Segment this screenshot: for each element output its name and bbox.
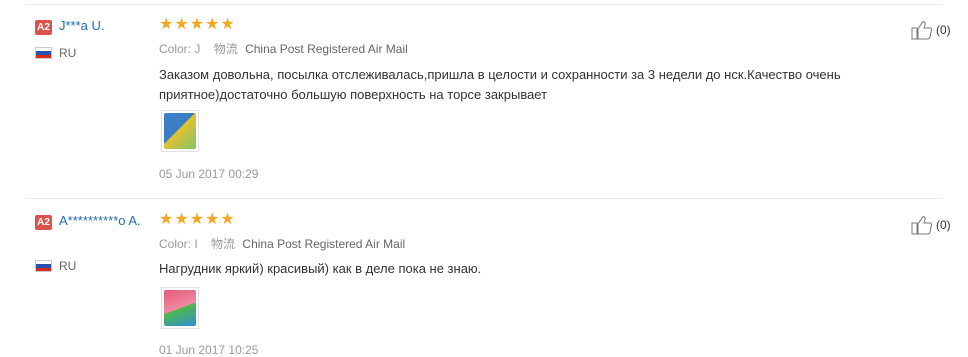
like-button[interactable]: (0): [911, 215, 951, 235]
star-rating: ★ ★ ★ ★ ★: [159, 212, 235, 228]
star-icon: ★: [189, 211, 205, 228]
user-name[interactable]: J***a U.: [59, 17, 154, 35]
buyer-level-badge: A2: [35, 215, 52, 230]
review-date: 05 Jun 2017 00:29: [159, 167, 259, 181]
like-button[interactable]: (0): [911, 20, 951, 40]
review-item: A2 J***a U. RU ★ ★ ★ ★ ★ Color: J 物流 Chi…: [0, 0, 968, 198]
review-photo[interactable]: [161, 110, 199, 152]
thumbs-up-icon: [911, 21, 933, 40]
like-count: (0): [936, 23, 951, 37]
review-date: 01 Jun 2017 10:25: [159, 343, 259, 357]
buyer-level-badge: A2: [35, 20, 52, 35]
logistics-value: China Post Registered Air Mail: [242, 237, 406, 251]
order-info: Color: J 物流 China Post Registered Air Ma…: [159, 40, 408, 57]
country-code: RU: [59, 259, 77, 273]
color-label: Color:: [159, 237, 192, 251]
country-code: RU: [59, 46, 77, 60]
user-name[interactable]: A**********o A.: [59, 212, 154, 230]
star-icon: ★: [205, 211, 220, 228]
star-icon: ★: [174, 211, 189, 228]
like-count: (0): [936, 218, 951, 232]
review-text: Нагрудник яркий) красивый) как в деле по…: [159, 261, 482, 276]
star-icon: ★: [205, 16, 220, 33]
color-label: Color:: [159, 42, 192, 56]
russia-flag-icon: [35, 47, 52, 59]
star-icon: ★: [220, 211, 235, 228]
review-photo[interactable]: [161, 287, 199, 329]
russia-flag-icon: [35, 260, 52, 272]
star-icon: ★: [189, 16, 205, 33]
color-value: I: [194, 237, 198, 251]
logistics-value: China Post Registered Air Mail: [245, 42, 408, 56]
review-item: A2 A**********o A. RU ★ ★ ★ ★ ★ Color: I…: [0, 198, 968, 357]
order-info: Color: I 物流 China Post Registered Air Ma…: [159, 235, 405, 252]
star-rating: ★ ★ ★ ★ ★: [159, 17, 235, 33]
star-icon: ★: [220, 16, 235, 33]
color-value: J: [194, 42, 201, 56]
thumbs-up-icon: [911, 216, 933, 235]
star-icon: ★: [159, 211, 174, 228]
star-icon: ★: [174, 16, 189, 33]
logistics-label: 物流: [213, 42, 238, 56]
star-icon: ★: [159, 16, 174, 33]
logistics-label: 物流: [211, 237, 236, 251]
review-text: Заказом довольна, посылка отслеживалась,…: [159, 67, 841, 102]
